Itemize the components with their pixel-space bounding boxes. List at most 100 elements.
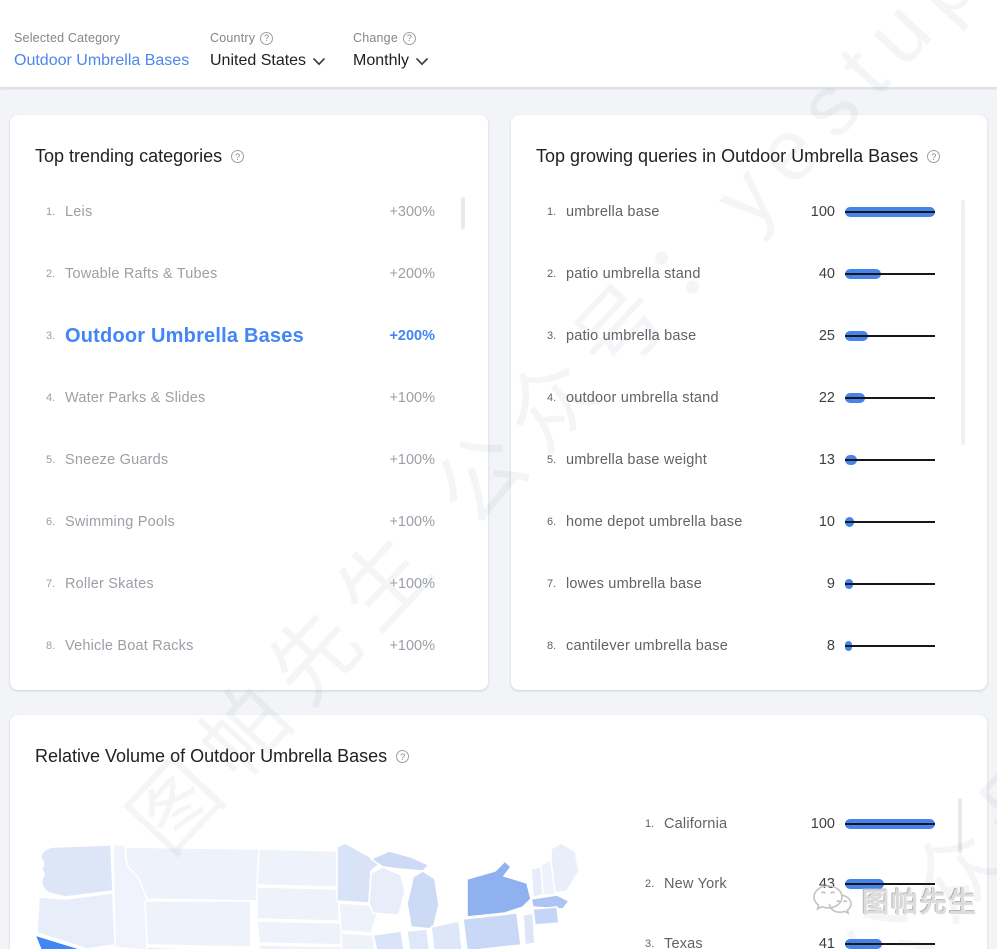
item-rank: 5. [46,454,60,466]
help-icon[interactable]: ? [396,750,409,763]
state-new-jersey [523,913,535,945]
relative-volume-card: Relative Volume of Outdoor Umbrella Base… [10,715,987,949]
query-list-item[interactable]: 1. umbrella base 100 [547,181,935,243]
state-label: New York [664,876,793,892]
item-rank: 1. [645,818,659,830]
item-rank: 5. [547,454,561,466]
trending-list-item[interactable]: 2. Towable Rafts & Tubes +200% [46,243,435,305]
scrollbar-thumb[interactable] [961,200,965,445]
query-list-item[interactable]: 4. outdoor umbrella stand 22 [547,367,935,429]
category-label: Roller Skates [65,576,389,592]
value-bar [845,516,935,528]
trending-list-item[interactable]: 4. Water Parks & Slides +100% [46,367,435,429]
map-svg [25,843,610,949]
item-rank: 1. [547,206,561,218]
growing-queries-card: Top growing queries in Outdoor Umbrella … [511,115,987,690]
query-label: outdoor umbrella stand [566,390,793,406]
change-dropdown[interactable]: Monthly [353,52,428,70]
item-rank: 4. [547,392,561,404]
change-percent: +100% [389,514,435,530]
trending-list-item[interactable]: 6. Swimming Pools +100% [46,491,435,553]
state-michigan [407,871,439,929]
category-label: Outdoor Umbrella Bases [65,325,389,348]
help-icon[interactable]: ? [403,32,416,45]
queries-card-title: Top growing queries in Outdoor Umbrella … [511,115,987,167]
item-rank: 3. [46,330,60,342]
query-list-item[interactable]: 7. lowes umbrella base 9 [547,553,935,615]
item-rank: 7. [46,578,60,590]
query-label: lowes umbrella base [566,576,793,592]
value-bar [845,878,935,890]
query-list-item[interactable]: 5. umbrella base weight 13 [547,429,935,491]
bar-axis-line [845,335,935,337]
volume-list-item[interactable]: 3. Texas 41 [645,914,935,949]
scrollbar-thumb[interactable] [461,197,465,229]
bar-axis-line [845,273,935,275]
value-bar [845,640,935,652]
trending-list-item[interactable]: 8. Vehicle Boat Racks +100% [46,615,435,677]
header-bar: Selected Category Outdoor Umbrella Bases… [0,0,997,88]
bar-axis-line [845,883,935,885]
item-rank: 4. [46,392,60,404]
state-value: 100 [793,816,835,832]
query-list-item[interactable]: 8. cantilever umbrella base 8 [547,615,935,677]
state-washington [41,845,113,897]
value-bar [845,938,935,949]
country-dropdown[interactable]: United States [210,52,325,70]
state-illinois [373,931,407,949]
query-value: 100 [793,204,835,220]
query-value: 40 [793,266,835,282]
state-value: 43 [793,876,835,892]
volume-list-item[interactable]: 2. New York 43 [645,854,935,914]
value-bar [845,392,935,404]
volume-list: 1. California 100 2. New York 43 [645,794,935,949]
bar-axis-line [845,943,935,945]
state-pennsylvania [463,913,521,949]
selected-category-group: Selected Category Outdoor Umbrella Bases [14,31,189,70]
trending-list-item[interactable]: 5. Sneeze Guards +100% [46,429,435,491]
bar-axis-line [845,823,935,825]
query-list-item[interactable]: 2. patio umbrella stand 40 [547,243,935,305]
category-label: Swimming Pools [65,514,389,530]
trending-card-title: Top trending categories ? [10,115,488,167]
bar-axis-line [845,397,935,399]
query-value: 9 [793,576,835,592]
us-choropleth-map[interactable] [25,843,610,949]
help-icon[interactable]: ? [231,150,244,163]
item-rank: 7. [547,578,561,590]
state-nebraska [257,921,351,945]
query-list-item[interactable]: 6. home depot umbrella base 10 [547,491,935,553]
state-kansas [259,945,353,949]
change-percent: +100% [389,390,435,406]
query-value: 10 [793,514,835,530]
country-label: Country ? [210,31,325,45]
help-icon[interactable]: ? [927,150,940,163]
item-rank: 8. [547,640,561,652]
state-indiana [407,929,431,949]
trending-list-item[interactable]: 3. Outdoor Umbrella Bases +200% [46,305,435,367]
trending-list-item[interactable]: 1. Leis +300% [46,181,435,243]
item-rank: 3. [645,938,659,949]
bar-axis-line [845,211,935,213]
volume-list-item[interactable]: 1. California 100 [645,794,935,854]
category-label: Water Parks & Slides [65,390,389,406]
state-montana [125,847,259,901]
query-label: cantilever umbrella base [566,638,793,654]
change-label: Change ? [353,31,428,45]
value-bar [845,454,935,466]
item-rank: 6. [46,516,60,528]
bar-axis-line [845,583,935,585]
help-icon[interactable]: ? [260,32,273,45]
query-list-item[interactable]: 3. patio umbrella base 25 [547,305,935,367]
query-label: umbrella base weight [566,452,793,468]
scrollbar-thumb[interactable] [958,798,962,853]
state-wisconsin [369,867,405,915]
state-south-dakota [257,887,339,921]
selected-category-link[interactable]: Outdoor Umbrella Bases [14,52,189,70]
selected-category-label: Selected Category [14,31,189,45]
trending-list-item[interactable]: 7. Roller Skates +100% [46,553,435,615]
page: Selected Category Outdoor Umbrella Bases… [0,0,997,949]
category-label: Vehicle Boat Racks [65,638,389,654]
item-rank: 2. [645,878,659,890]
state-new-york [467,861,531,917]
